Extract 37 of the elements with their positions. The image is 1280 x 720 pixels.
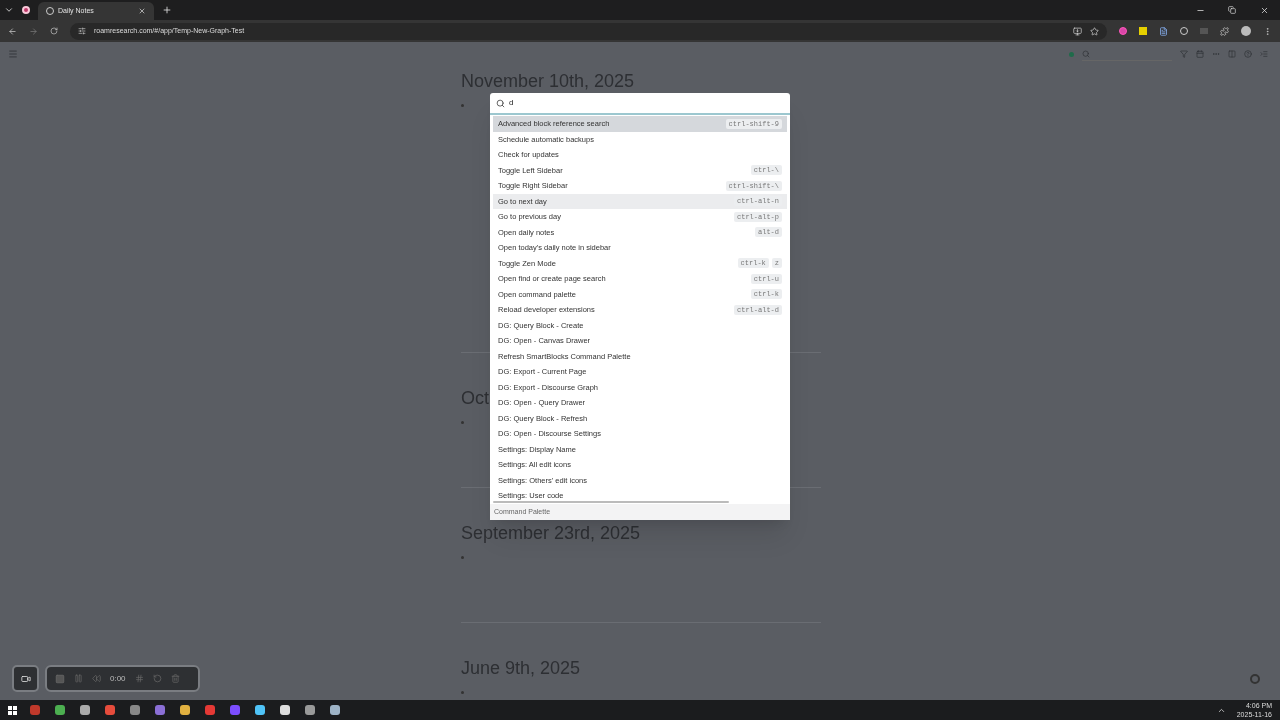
restore-button[interactable] bbox=[1228, 6, 1236, 14]
taskbar-app-icon[interactable] bbox=[328, 703, 342, 717]
search-icon bbox=[1082, 49, 1090, 58]
bookmark-star-icon[interactable] bbox=[1090, 26, 1099, 36]
bullet-icon bbox=[461, 104, 464, 107]
scrollbar[interactable] bbox=[493, 501, 729, 503]
bullet-icon bbox=[461, 556, 464, 559]
taskbar-app-icon[interactable] bbox=[278, 703, 292, 717]
search-icon bbox=[496, 98, 505, 108]
taskbar-app-icon[interactable] bbox=[303, 703, 317, 717]
tab-list-button[interactable] bbox=[4, 5, 14, 15]
site-settings-icon[interactable] bbox=[78, 27, 86, 35]
profile-avatar[interactable] bbox=[1241, 26, 1251, 36]
extension-icon[interactable] bbox=[1119, 27, 1127, 35]
taskbar-app-icon[interactable] bbox=[253, 703, 267, 717]
extensions-icon[interactable] bbox=[1220, 26, 1229, 36]
record-icon[interactable] bbox=[22, 6, 30, 14]
restart-icon[interactable] bbox=[152, 674, 162, 683]
search-field[interactable] bbox=[1082, 47, 1172, 61]
install-icon[interactable] bbox=[1073, 26, 1082, 36]
bullet-icon bbox=[461, 421, 464, 424]
start-icon[interactable] bbox=[8, 705, 17, 715]
taskbar-app-icon[interactable] bbox=[53, 703, 67, 717]
camera-button[interactable] bbox=[12, 665, 39, 692]
close-button[interactable] bbox=[1259, 5, 1269, 15]
back-button[interactable] bbox=[8, 26, 17, 36]
recording-time: 0:00 bbox=[110, 672, 126, 685]
menu-icon[interactable] bbox=[1263, 26, 1272, 36]
document-icon[interactable] bbox=[1159, 26, 1168, 36]
close-icon[interactable] bbox=[138, 7, 146, 15]
bullet-icon bbox=[461, 691, 464, 694]
taskbar-app-icon[interactable] bbox=[78, 703, 92, 717]
search-query: d bbox=[509, 97, 514, 109]
taskbar-app-icon[interactable] bbox=[178, 703, 192, 717]
new-tab-button[interactable] bbox=[162, 5, 172, 15]
reload-button[interactable] bbox=[50, 27, 58, 35]
camera-icon bbox=[20, 673, 31, 684]
